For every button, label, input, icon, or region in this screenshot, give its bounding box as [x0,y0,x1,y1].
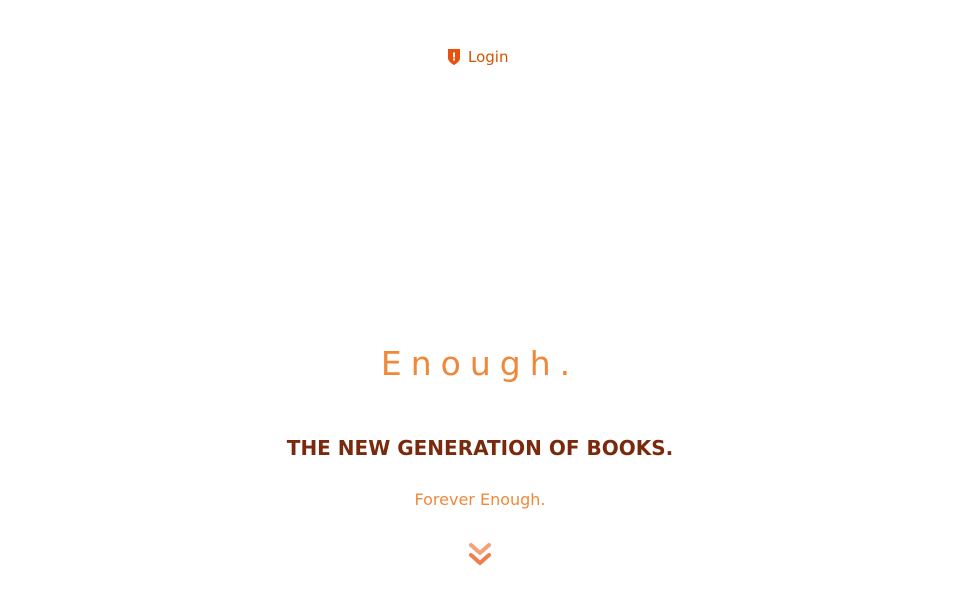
tagline: Forever Enough. [414,490,546,509]
brand-title: Enough. [380,344,580,383]
page: Login Enough. THE NEW GENERATION OF BOOK… [0,0,960,600]
headline: THE NEW GENERATION OF BOOKS. [286,436,674,460]
login-label: Login [468,48,509,66]
login-link[interactable]: Login [446,48,508,66]
shield-icon [446,48,462,66]
double-chevron-down-icon[interactable] [468,542,492,568]
